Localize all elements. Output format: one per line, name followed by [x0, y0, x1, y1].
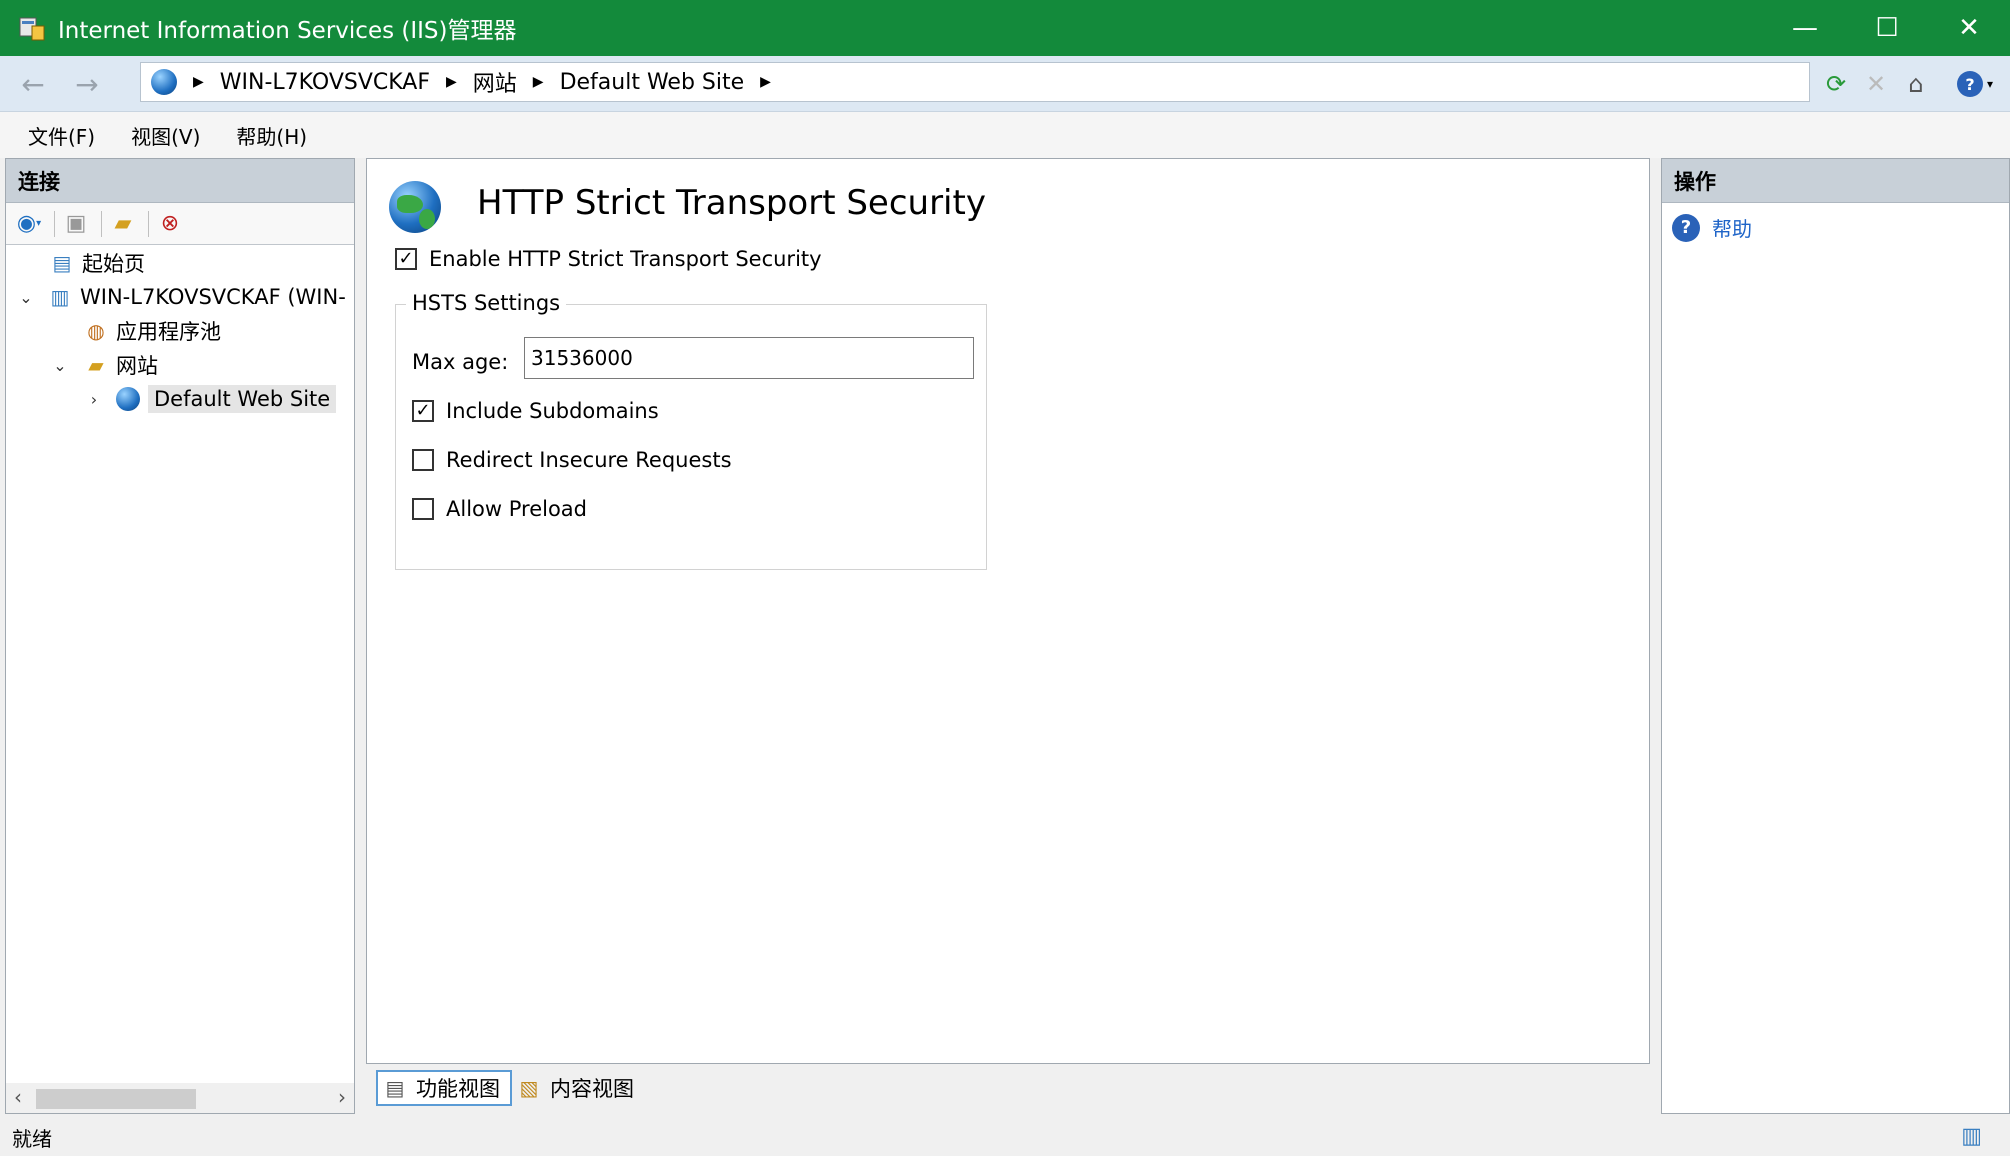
- globe-icon: [114, 385, 142, 413]
- globe-icon: [151, 69, 177, 95]
- chevron-down-icon[interactable]: ⌄: [16, 288, 36, 307]
- enable-hsts-label[interactable]: Enable HTTP Strict Transport Security: [429, 247, 822, 271]
- include-subdomains-label[interactable]: Include Subdomains: [446, 399, 659, 423]
- disconnect-icon[interactable]: ⊗: [153, 208, 187, 240]
- content-view-icon: ▧: [519, 1076, 539, 1100]
- tab-features-view[interactable]: ▤ 功能视图: [376, 1070, 512, 1106]
- breadcrumb-separator-icon[interactable]: ▶: [193, 74, 204, 90]
- tab-label: 功能视图: [416, 1077, 500, 1101]
- tree-item-default-web-site[interactable]: › Default Web Site: [84, 383, 337, 415]
- save-icon[interactable]: ▣: [59, 208, 93, 240]
- features-view-icon: ▤: [385, 1076, 405, 1100]
- include-subdomains-checkbox[interactable]: ✓: [412, 400, 434, 422]
- allow-preload-checkbox[interactable]: [412, 498, 434, 520]
- status-bar: 就绪 ▥: [0, 1118, 2010, 1156]
- scroll-right-icon[interactable]: ›: [338, 1085, 346, 1109]
- enable-hsts-row[interactable]: ✓ Enable HTTP Strict Transport Security: [395, 247, 822, 271]
- server-status-icon: ▥: [1961, 1124, 1982, 1149]
- tree-item-label: 网站: [116, 354, 158, 378]
- maximize-button[interactable]: ☐: [1846, 0, 1928, 56]
- actions-panel: 操作 ? 帮助: [1661, 158, 2010, 1114]
- breadcrumb-server[interactable]: WIN-L7KOVSVCKAF: [220, 70, 430, 95]
- help-icon[interactable]: ? ▾: [1950, 68, 2000, 100]
- connections-header: 连接: [6, 159, 354, 203]
- connections-toolbar: ◉ ▾ ▣ ▰ ⊗: [6, 203, 354, 245]
- menu-view[interactable]: 视图(V): [131, 121, 200, 150]
- server-icon: ▥: [50, 285, 70, 309]
- chevron-down-icon[interactable]: ⌄: [50, 356, 70, 375]
- toolbar-divider: [54, 210, 55, 237]
- title-bar: Internet Information Services (IIS)管理器 —…: [0, 0, 2010, 56]
- toolbar-divider: [148, 210, 149, 237]
- tree-item-label: WIN-L7KOVSVCKAF (WIN-: [80, 285, 346, 309]
- action-help-link[interactable]: ? 帮助: [1672, 213, 1752, 242]
- menu-file[interactable]: 文件(F): [28, 121, 95, 150]
- app-pool-icon: ◍: [87, 319, 105, 343]
- max-age-label: Max age:: [412, 350, 509, 374]
- status-text: 就绪: [12, 1126, 52, 1151]
- back-button[interactable]: ←: [10, 64, 56, 104]
- tree-item-start-page[interactable]: ▤ 起始页: [48, 247, 145, 279]
- tree-item-app-pools[interactable]: ◍ 应用程序池: [82, 315, 221, 347]
- globe-icon: [389, 181, 441, 233]
- chevron-right-icon[interactable]: ›: [84, 390, 104, 409]
- breadcrumb[interactable]: ▶ WIN-L7KOVSVCKAF ▶ 网站 ▶ Default Web Sit…: [140, 62, 1810, 102]
- hsts-settings-group: HSTS Settings Max age: ✓ Include Subdoma…: [395, 291, 987, 570]
- tab-label: 内容视图: [550, 1077, 634, 1101]
- tree-item-label: 起始页: [82, 252, 145, 276]
- sites-folder-icon: ▰: [88, 353, 104, 377]
- hsts-settings-legend: HSTS Settings: [406, 291, 567, 315]
- tree-item-sites[interactable]: ⌄ ▰ 网站: [50, 349, 158, 381]
- action-help-label[interactable]: 帮助: [1712, 213, 1752, 242]
- horizontal-scrollbar[interactable]: ‹ ›: [6, 1083, 354, 1113]
- allow-preload-label[interactable]: Allow Preload: [446, 497, 587, 521]
- redirect-insecure-label[interactable]: Redirect Insecure Requests: [446, 448, 732, 472]
- help-icon: ?: [1672, 213, 1700, 242]
- menu-bar: 文件(F) 视图(V) 帮助(H): [0, 112, 2010, 158]
- menu-help[interactable]: 帮助(H): [236, 121, 307, 150]
- breadcrumb-separator-icon[interactable]: ▶: [533, 74, 544, 90]
- minimize-button[interactable]: —: [1764, 0, 1846, 56]
- tree-item-label: Default Web Site: [148, 385, 337, 413]
- enable-hsts-checkbox[interactable]: ✓: [395, 248, 417, 270]
- breadcrumb-separator-icon[interactable]: ▶: [760, 74, 771, 90]
- page-title: HTTP Strict Transport Security: [477, 183, 986, 223]
- scroll-left-icon[interactable]: ‹: [14, 1085, 22, 1109]
- address-bar: ← → ▶ WIN-L7KOVSVCKAF ▶ 网站 ▶ Default Web…: [0, 56, 2010, 112]
- tree-item-label: 应用程序池: [116, 320, 221, 344]
- redirect-insecure-row[interactable]: Redirect Insecure Requests: [412, 448, 732, 472]
- allow-preload-row[interactable]: Allow Preload: [412, 497, 587, 521]
- redirect-insecure-checkbox[interactable]: [412, 449, 434, 471]
- stop-icon[interactable]: ✕: [1860, 68, 1892, 100]
- close-button[interactable]: ✕: [1928, 0, 2010, 56]
- scrollbar-thumb[interactable]: [36, 1089, 196, 1109]
- tab-content-view[interactable]: ▧ 内容视图: [512, 1070, 644, 1106]
- feature-panel: HTTP Strict Transport Security ✓ Enable …: [366, 158, 1650, 1064]
- max-age-input[interactable]: [524, 337, 974, 379]
- include-subdomains-row[interactable]: ✓ Include Subdomains: [412, 399, 659, 423]
- iis-app-icon: [18, 14, 46, 42]
- tree-item-server[interactable]: ⌄ ▥ WIN-L7KOVSVCKAF (WIN-: [16, 281, 346, 313]
- home-icon[interactable]: ⌂: [1900, 68, 1932, 100]
- window-title: Internet Information Services (IIS)管理器: [58, 18, 517, 44]
- connections-panel: 连接 ◉ ▾ ▣ ▰ ⊗ ▤ 起始页 ⌄ ▥ WIN-L7KOVSVCKAF (W…: [5, 158, 355, 1114]
- actions-header: 操作: [1662, 159, 2009, 203]
- forward-arrow-icon: →: [75, 67, 99, 101]
- start-page-icon: ▤: [52, 251, 72, 275]
- breadcrumb-separator-icon[interactable]: ▶: [446, 74, 457, 90]
- connect-icon[interactable]: ◉ ▾: [12, 208, 46, 240]
- toolbar-divider: [101, 210, 102, 237]
- back-arrow-icon: ←: [21, 67, 45, 101]
- refresh-icon[interactable]: ⟳: [1820, 68, 1852, 100]
- forward-button[interactable]: →: [64, 64, 110, 104]
- breadcrumb-sites[interactable]: 网站: [473, 66, 517, 98]
- up-folder-icon[interactable]: ▰: [106, 208, 140, 240]
- breadcrumb-site[interactable]: Default Web Site: [560, 70, 745, 95]
- view-tabs: ▤ 功能视图 ▧ 内容视图: [376, 1070, 644, 1108]
